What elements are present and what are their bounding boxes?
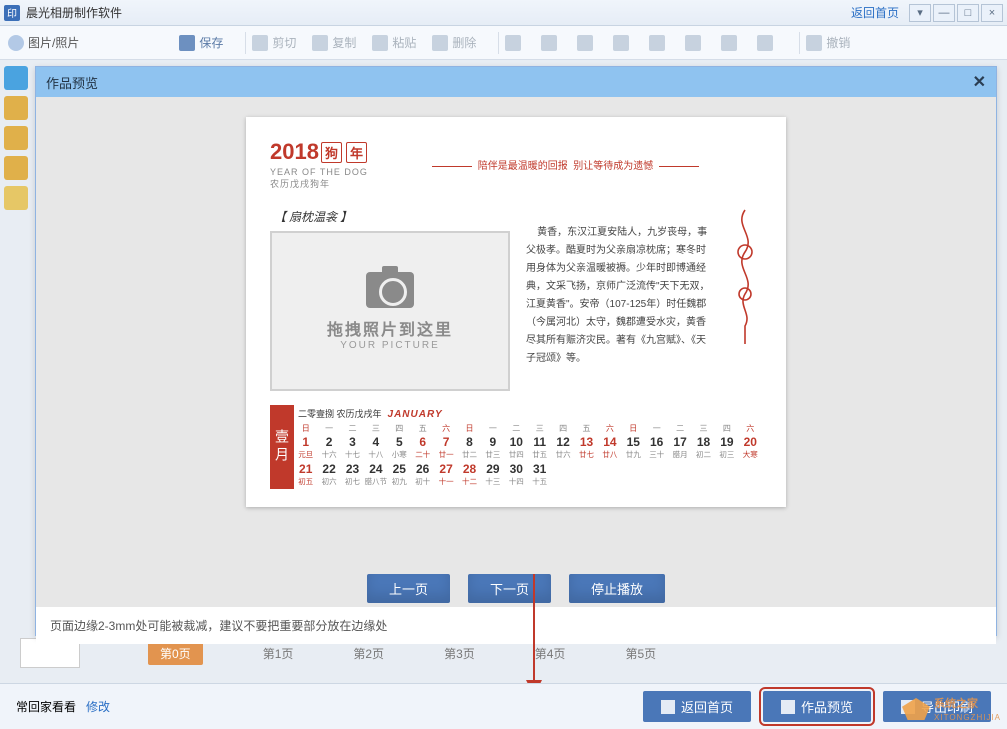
modify-link[interactable]: 修改	[86, 698, 110, 715]
paste-button[interactable]: 粘贴	[372, 34, 416, 51]
undo-button[interactable]: 撤销	[806, 34, 850, 51]
story-title: 【 扇枕温衾 】	[274, 208, 510, 225]
star-tool-icon[interactable]	[4, 186, 28, 210]
tool-e[interactable]	[649, 35, 669, 51]
footer-preview-button[interactable]: 作品预览	[763, 691, 871, 722]
tool-b[interactable]	[541, 35, 561, 51]
modal-footnote: 页面边缘2-3mm处可能被裁减，建议不要把重要部分放在边缘处	[36, 607, 996, 644]
tool-a[interactable]	[505, 35, 525, 51]
prev-page-button[interactable]: 上一页	[367, 574, 450, 603]
modal-title: 作品预览	[46, 73, 98, 92]
modal-close-icon[interactable]: ✕	[973, 72, 986, 92]
maximize-button[interactable]: □	[957, 4, 979, 22]
save-button[interactable]: 保存	[179, 34, 223, 51]
main-toolbar: 图片/照片 保存 剪切 复制 粘贴 删除 撤销	[0, 26, 1007, 60]
page-tab-1[interactable]: 第1页	[263, 645, 294, 662]
page-tab-4[interactable]: 第4页	[535, 645, 566, 662]
footer-hint: 常回家看看	[16, 698, 76, 715]
decor-tool-icon[interactable]	[4, 156, 28, 180]
tool-h[interactable]	[757, 35, 777, 51]
calendar-grid: 日一二三四五六日一二三四五六日一二三四六12345678910111213141…	[294, 422, 762, 489]
tool-g[interactable]	[721, 35, 741, 51]
page-tab-0[interactable]: 第0页	[148, 642, 203, 665]
copy-icon	[312, 35, 328, 51]
calendar-block: 壹月 二零壹捌 农历戊戌年JANUARY 日一二三四五六日一二三四五六日一二三四…	[270, 405, 762, 489]
decoration-knot	[728, 206, 762, 391]
person-icon	[8, 35, 24, 51]
month-tag: 壹月	[270, 405, 294, 489]
paste-icon	[372, 35, 388, 51]
save-icon	[179, 35, 195, 51]
watermark: 系统之家XITONGZHIJIA	[902, 695, 1001, 723]
cut-icon	[252, 35, 268, 51]
stop-play-button[interactable]: 停止播放	[569, 574, 665, 603]
modal-button-row: 上一页 下一页 停止播放	[36, 562, 996, 607]
tool-d[interactable]	[613, 35, 633, 51]
app-icon: 印	[4, 5, 20, 21]
tool-c[interactable]	[577, 35, 597, 51]
minimize-button[interactable]: —	[933, 4, 955, 22]
delete-button[interactable]: 删除	[432, 34, 476, 51]
home-link[interactable]: 返回首页	[851, 4, 899, 21]
page-tab-5[interactable]: 第5页	[625, 645, 656, 662]
text-tool-icon[interactable]	[4, 66, 28, 90]
modal-body: 2018 狗 年 YEAR OF THE DOG农历戊戌狗年 陪伴是最温暖的回报…	[36, 97, 996, 562]
footer-bar: 常回家看看 修改 返回首页 作品预览 导出印刷	[0, 683, 1007, 729]
frame-tool-icon[interactable]	[4, 126, 28, 150]
watermark-logo-icon	[902, 698, 930, 720]
titlebar: 印 晨光相册制作软件 返回首页 ▾ — □ ×	[0, 0, 1007, 26]
shape-tool-icon[interactable]	[4, 96, 28, 120]
preview-icon	[781, 700, 795, 714]
close-button[interactable]: ×	[981, 4, 1003, 22]
home-icon	[661, 700, 675, 714]
photos-tab[interactable]: 图片/照片	[8, 34, 79, 51]
modal-header: 作品预览 ✕	[36, 67, 996, 97]
photo-placeholder[interactable]: 拖拽照片到这里 YOUR PICTURE	[270, 231, 510, 391]
undo-icon	[806, 35, 822, 51]
year-badge: 2018 狗 年	[270, 139, 369, 165]
delete-icon	[432, 35, 448, 51]
footer-home-button[interactable]: 返回首页	[643, 691, 751, 722]
calendar-page: 2018 狗 年 YEAR OF THE DOG农历戊戌狗年 陪伴是最温暖的回报…	[246, 117, 786, 507]
copy-button[interactable]: 复制	[312, 34, 356, 51]
settings-icon[interactable]: ▾	[909, 4, 931, 22]
page-tab-3[interactable]: 第3页	[444, 645, 475, 662]
camera-icon	[366, 272, 414, 308]
story-body: 黄香，东汉江夏安陆人，九岁丧母，事父极孝。酷夏时为父亲扇凉枕席；寒冬时用身体为父…	[526, 206, 712, 391]
preview-modal: 作品预览 ✕ 2018 狗 年 YEAR OF THE DOG农历戊戌狗年 陪伴…	[35, 66, 997, 636]
left-tool-strip	[0, 60, 32, 216]
tool-f[interactable]	[685, 35, 705, 51]
app-title: 晨光相册制作软件	[26, 4, 122, 21]
page-tab-2[interactable]: 第2页	[353, 645, 384, 662]
motto-text: 陪伴是最温暖的回报 别让等待成为遗憾	[369, 157, 762, 172]
cut-button[interactable]: 剪切	[252, 34, 296, 51]
next-page-button[interactable]: 下一页	[468, 574, 551, 603]
